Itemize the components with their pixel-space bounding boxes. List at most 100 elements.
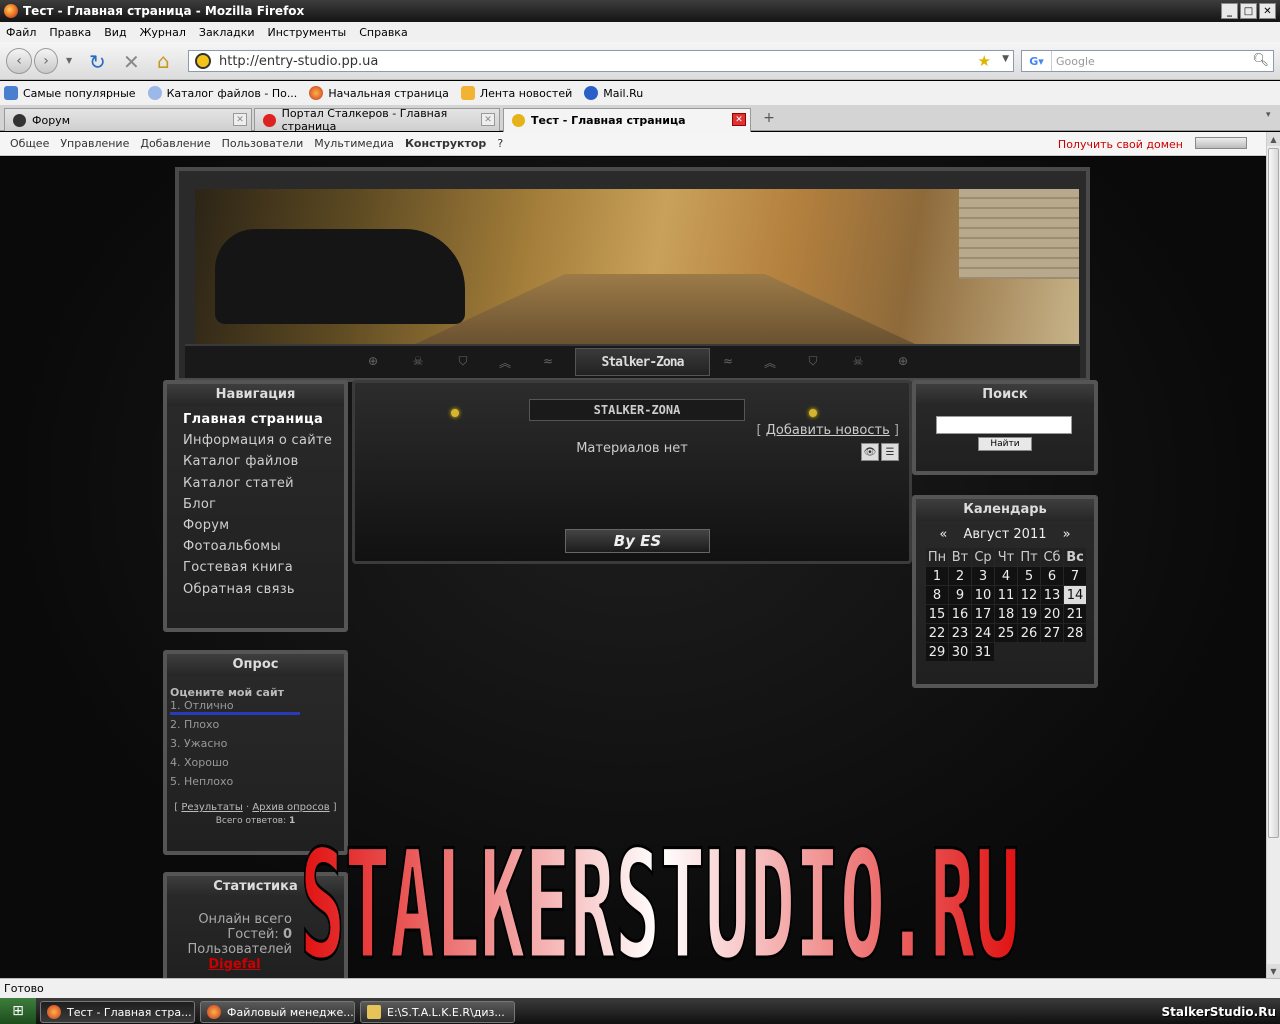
- close-tab-icon[interactable]: ✕: [481, 113, 495, 126]
- list-icon[interactable]: ☰: [881, 443, 899, 461]
- nav-link-feedback[interactable]: Обратная связь: [183, 582, 344, 603]
- bookmark-label: Каталог файлов - По...: [166, 86, 298, 100]
- reload-icon[interactable]: ↻: [89, 50, 106, 74]
- history-dropdown-icon[interactable]: ▼: [66, 56, 72, 65]
- bookmark-label: Лента новостей: [479, 86, 573, 100]
- nav-link-guestbook[interactable]: Гостевая книга: [183, 560, 344, 581]
- radiation-icon: [512, 114, 525, 127]
- ucoz-menu-add[interactable]: Добавление: [140, 137, 210, 150]
- search-icon[interactable]: 🔍︎: [1252, 53, 1269, 68]
- menu-file[interactable]: Файл: [6, 26, 36, 39]
- menu-tools[interactable]: Инструменты: [268, 26, 347, 39]
- bookmark-item[interactable]: Лента новостей: [460, 86, 573, 100]
- new-tab-button[interactable]: +: [757, 108, 781, 128]
- nav-link-photos[interactable]: Фотоальбомы: [183, 539, 344, 560]
- folder-icon: [367, 1005, 381, 1019]
- nav-link-forum[interactable]: Форум: [183, 518, 344, 539]
- taskbar-item-filemanager[interactable]: Файловый менедже...: [200, 1001, 355, 1023]
- tab-favicon-icon: [13, 113, 26, 127]
- day-name: Пт: [1018, 548, 1040, 566]
- close-tab-icon[interactable]: ✕: [233, 113, 247, 126]
- nav-link-articles[interactable]: Каталог статей: [183, 476, 344, 497]
- ucoz-menu-users[interactable]: Пользователи: [222, 137, 304, 150]
- page-scrollbar[interactable]: ▲ ▼: [1266, 132, 1280, 978]
- ucoz-menu-management[interactable]: Управление: [60, 137, 129, 150]
- menu-history[interactable]: Журнал: [140, 26, 186, 39]
- nav-link-home[interactable]: Главная страница: [183, 412, 344, 433]
- bookmark-item[interactable]: Каталог файлов - По...: [147, 86, 298, 100]
- menu-view[interactable]: Вид: [104, 26, 126, 39]
- minimize-button[interactable]: _: [1221, 3, 1238, 19]
- url-dropdown-icon[interactable]: ▼: [1002, 54, 1009, 64]
- ucoz-slider-widget[interactable]: [1195, 137, 1247, 149]
- google-engine-icon[interactable]: G▾: [1022, 51, 1052, 71]
- calendar-day: 31: [972, 643, 994, 661]
- menu-bookmarks[interactable]: Закладки: [199, 26, 255, 39]
- home-icon[interactable]: ⌂: [157, 49, 170, 73]
- scroll-thumb[interactable]: [1268, 148, 1279, 838]
- crosshair-icon: ⊕: [367, 354, 379, 368]
- calendar-day: 24: [972, 624, 994, 642]
- navigation-block: Навигация Главная страница Информация о …: [163, 380, 348, 632]
- calendar-month[interactable]: Август 2011: [963, 527, 1046, 542]
- poll-option-label: 1. Отлично: [170, 699, 234, 712]
- ucoz-menu-constructor[interactable]: Конструктор: [405, 137, 486, 150]
- calendar-day: 4: [995, 567, 1017, 585]
- maximize-button[interactable]: □: [1240, 3, 1257, 19]
- start-button[interactable]: ⊞: [0, 998, 36, 1024]
- eye-icon[interactable]: 👁︎: [861, 443, 879, 461]
- bookmark-item[interactable]: Начальная страница: [309, 86, 449, 100]
- prev-month-link[interactable]: «: [939, 527, 947, 542]
- calendar-day: 11: [995, 586, 1017, 604]
- nav-link-files[interactable]: Каталог файлов: [183, 454, 344, 475]
- stop-icon[interactable]: ✕: [123, 50, 140, 74]
- poll-results-link[interactable]: Результаты: [181, 802, 242, 813]
- tab-list-button[interactable]: ▾: [1266, 110, 1280, 128]
- site-search-button[interactable]: Найти: [978, 437, 1032, 451]
- watermark-text: STALKERSTUDIO.RU: [300, 819, 1020, 977]
- menu-help[interactable]: Справка: [359, 26, 407, 39]
- tab-test-home[interactable]: Тест - Главная страница ✕: [503, 108, 751, 132]
- nav-link-blog[interactable]: Блог: [183, 497, 344, 518]
- menu-edit[interactable]: Правка: [49, 26, 91, 39]
- day-name: Ср: [972, 548, 994, 566]
- forward-button[interactable]: ›: [34, 48, 58, 74]
- bookmark-label: Начальная страница: [328, 86, 449, 100]
- tab-stalker-portal[interactable]: Портал Сталкеров - Главная страница ✕: [254, 107, 500, 133]
- calendar-day: 6: [1041, 567, 1063, 585]
- close-tab-icon[interactable]: ✕: [732, 113, 746, 126]
- calendar-day-empty: [995, 643, 1017, 661]
- tab-forum[interactable]: Форум ✕: [4, 108, 252, 131]
- get-domain-link[interactable]: Получить свой домен: [1058, 138, 1183, 151]
- calendar-day-empty: [1018, 643, 1040, 661]
- back-button[interactable]: ‹: [6, 48, 32, 74]
- wing-icon: ≈: [722, 354, 734, 368]
- bookmark-item[interactable]: Самые популярные: [4, 86, 136, 100]
- bookmark-star-icon[interactable]: ★: [978, 52, 991, 70]
- bookmark-item[interactable]: Mail.Ru: [584, 86, 643, 100]
- next-month-link[interactable]: »: [1063, 527, 1071, 542]
- address-bar[interactable]: http://entry-studio.pp.ua ★ ▼: [188, 50, 1014, 72]
- scroll-up-icon[interactable]: ▲: [1267, 132, 1280, 146]
- taskbar-item-explorer[interactable]: E:\S.T.A.L.K.E.R\диз...: [360, 1001, 515, 1023]
- close-window-button[interactable]: ✕: [1259, 3, 1276, 19]
- ucoz-menu-multimedia[interactable]: Мультимедиа: [314, 137, 394, 150]
- calendar-day: 28: [1064, 624, 1086, 642]
- site-search-input[interactable]: [936, 416, 1072, 434]
- scroll-down-icon[interactable]: ▼: [1267, 964, 1280, 978]
- search-bar[interactable]: G▾ Google 🔍︎: [1021, 50, 1274, 72]
- calendar-day: 26: [1018, 624, 1040, 642]
- forward-arrow-icon: ›: [43, 53, 49, 69]
- calendar-day: 16: [949, 605, 971, 623]
- taskbar-item-firefox[interactable]: Тест - Главная стра...: [40, 1001, 195, 1023]
- folder-icon: [4, 86, 18, 100]
- ucoz-menu-general[interactable]: Общее: [10, 137, 49, 150]
- calendar-day: 22: [926, 624, 948, 642]
- poll-option: 5. Неплохо: [167, 775, 344, 794]
- ucoz-menu-help[interactable]: ?: [497, 137, 503, 150]
- calendar-day: 10: [972, 586, 994, 604]
- nav-link-about[interactable]: Информация о сайте: [183, 433, 344, 454]
- add-news-link[interactable]: Добавить новость: [766, 423, 890, 438]
- back-arrow-icon: ‹: [16, 53, 22, 69]
- content-view-icons: 👁︎ ☰: [861, 443, 899, 461]
